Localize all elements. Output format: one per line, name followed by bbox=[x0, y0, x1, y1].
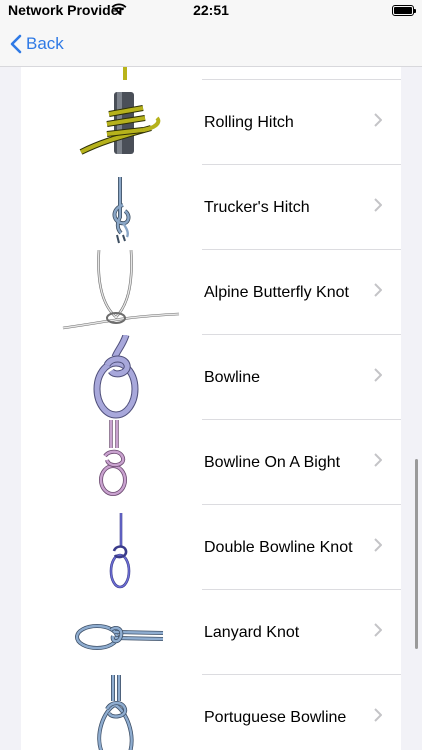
back-label: Back bbox=[26, 34, 64, 53]
knot-illustration bbox=[97, 675, 134, 750]
list-item-double-bowline-knot[interactable]: Double Bowline Knot bbox=[21, 505, 401, 590]
list-item-lanyard-knot[interactable]: Lanyard Knot bbox=[21, 590, 401, 675]
chevron-right-icon bbox=[374, 368, 382, 382]
chevron-right-icon bbox=[374, 708, 382, 722]
knot-name: Rolling Hitch bbox=[204, 113, 294, 131]
knot-name: Lanyard Knot bbox=[204, 623, 300, 641]
list-item-bowline[interactable]: Bowline bbox=[21, 335, 401, 420]
navigation-bar: Back bbox=[0, 22, 422, 67]
knot-illustration bbox=[75, 624, 164, 650]
status-bar: Network Provider 22:51 bbox=[0, 0, 422, 22]
chevron-right-icon bbox=[374, 198, 382, 212]
chevron-right-icon bbox=[374, 283, 382, 297]
back-button[interactable]: Back bbox=[10, 30, 64, 58]
knot-illustration bbox=[99, 420, 127, 496]
list-item-partial[interactable] bbox=[21, 67, 401, 80]
knot-illustration bbox=[123, 67, 127, 80]
chevron-left-icon bbox=[10, 34, 22, 54]
chevron-right-icon bbox=[374, 113, 382, 127]
knot-illustration bbox=[109, 513, 131, 589]
knot-illustration bbox=[62, 250, 180, 330]
chevron-right-icon bbox=[374, 623, 382, 637]
list-item-bowline-on-a-bight[interactable]: Bowline On A Bight bbox=[21, 420, 401, 505]
list-item-truckers-hitch[interactable]: Trucker's Hitch bbox=[21, 165, 401, 250]
knot-name: Portuguese Bowline bbox=[204, 708, 347, 726]
knot-name: Trucker's Hitch bbox=[204, 198, 310, 216]
knot-name: Double Bowline Knot bbox=[204, 538, 353, 556]
knot-name: Bowline bbox=[204, 368, 261, 386]
status-time: 22:51 bbox=[193, 2, 229, 18]
battery-icon bbox=[392, 5, 416, 16]
knot-illustration bbox=[112, 177, 131, 244]
knot-illustration bbox=[79, 92, 161, 155]
knot-name: Alpine Butterfly Knot bbox=[204, 283, 349, 301]
chevron-right-icon bbox=[374, 538, 382, 552]
knot-name: Bowline On A Bight bbox=[204, 453, 341, 471]
scroll-indicator[interactable] bbox=[415, 459, 418, 649]
knot-list[interactable]: Rolling Hitch Trucker's Hitch Alpine But… bbox=[21, 67, 401, 750]
knot-illustration bbox=[93, 335, 139, 419]
chevron-right-icon bbox=[374, 453, 382, 467]
list-item-rolling-hitch[interactable]: Rolling Hitch bbox=[21, 80, 401, 165]
list-item-portuguese-bowline[interactable]: Portuguese Bowline bbox=[21, 675, 401, 750]
list-item-alpine-butterfly-knot[interactable]: Alpine Butterfly Knot bbox=[21, 250, 401, 335]
